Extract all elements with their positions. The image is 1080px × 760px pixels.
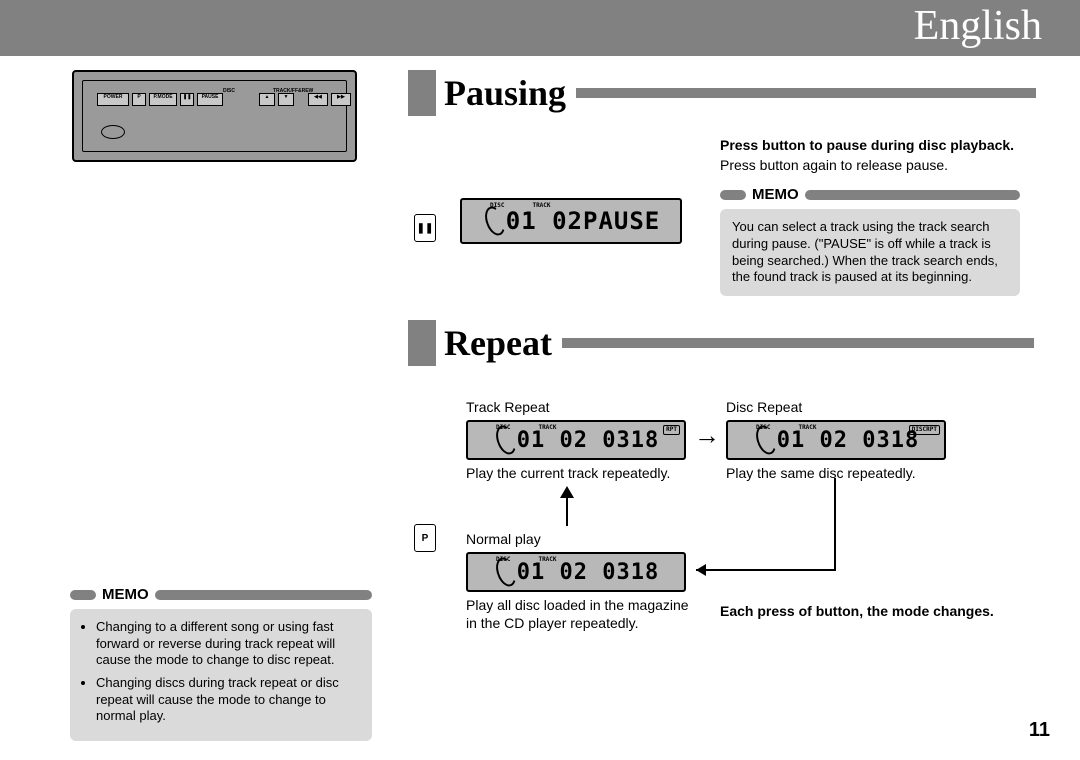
mode-instruction: Each press of button, the mode changes.: [720, 602, 1020, 620]
pausing-memo-box: You can select a track using the track s…: [720, 209, 1020, 296]
arrow-up-icon: [560, 486, 574, 526]
lcd-track-display: 01 02 0318: [517, 428, 659, 453]
device-btn-pause: PAUSE: [197, 93, 223, 106]
device-btn-power: POWER: [97, 93, 129, 106]
arrow-right-icon: →: [694, 420, 720, 451]
normal-play-title: Normal play: [466, 530, 688, 548]
pause-icon: ❚❚: [414, 214, 436, 242]
top-bar: English: [0, 0, 1080, 56]
connector-arrow-icon: [690, 478, 940, 578]
normal-play-caption: Play all disc loaded in the magazine in …: [466, 596, 696, 632]
disc-repeat-block: Disc Repeat DISCTRACK DISCRPT 01 02 0318…: [726, 398, 948, 482]
repeat-memo-block: MEMO Changing to a different song or usi…: [70, 586, 372, 741]
device-btn-pmode: P.MODE: [149, 93, 177, 106]
device-btn-ff: ▶▶: [331, 93, 351, 106]
lcd-normal-display: 01 02 0318: [517, 560, 659, 585]
discrpt-badge: DISCRPT: [909, 425, 940, 435]
lcd-pause-display: 01 02PAUSE: [506, 207, 661, 235]
device-btn-disc-up: ▲: [259, 93, 275, 106]
device-btn-rew: ◀◀: [308, 93, 328, 106]
lcd-disc-display: 01 02 0318: [777, 428, 919, 453]
rpt-badge: RPT: [663, 425, 680, 435]
memo-label-repeat: MEMO: [102, 586, 149, 603]
memo-item: Changing to a different song or using fa…: [96, 619, 360, 669]
compact-disc-icon: [101, 125, 125, 139]
disc-repeat-caption: Play the same disc repeatedly.: [726, 464, 948, 482]
disc-repeat-title: Disc Repeat: [726, 398, 948, 416]
pausing-instruction: Press button again to release pause.: [720, 156, 1020, 174]
device-label-track: TRACK/FF&REW: [273, 88, 313, 94]
device-btn-p: P: [132, 93, 146, 106]
device-btn-pause-icon: ❚❚: [180, 93, 194, 106]
page-number: 11: [1029, 719, 1050, 742]
track-repeat-title: Track Repeat: [466, 398, 688, 416]
device-btn-disc-down: ▼: [278, 93, 294, 106]
pausing-text: Press button to pause during disc playba…: [720, 136, 1020, 296]
language-label: English: [914, 2, 1042, 50]
memo-item: Changing discs during track repeat or di…: [96, 675, 360, 725]
normal-play-block: Normal play DISCTRACK 01 02 0318 Play al…: [466, 530, 688, 633]
device-illustration: POWER P P.MODE ❚❚ PAUSE ▲ ▼ ◀◀ ▶▶ DISC T…: [72, 70, 357, 162]
device-label-disc: DISC: [223, 88, 235, 94]
repeat-mode-icon: P: [414, 524, 436, 552]
section-heading-repeat: Repeat: [408, 320, 1034, 366]
section-heading-pausing: Pausing: [408, 70, 1036, 116]
track-repeat-caption: Play the current track repeatedly.: [466, 464, 688, 482]
lcd-pause: DISC TRACK 01 02PAUSE: [460, 198, 682, 244]
memo-label: MEMO: [752, 186, 799, 203]
track-repeat-block: Track Repeat DISCTRACK RPT 01 02 0318 Pl…: [466, 398, 688, 482]
pausing-instruction-bold: Press button to pause during disc playba…: [720, 136, 1020, 154]
heading-pausing: Pausing: [444, 72, 566, 114]
heading-repeat: Repeat: [444, 322, 552, 364]
